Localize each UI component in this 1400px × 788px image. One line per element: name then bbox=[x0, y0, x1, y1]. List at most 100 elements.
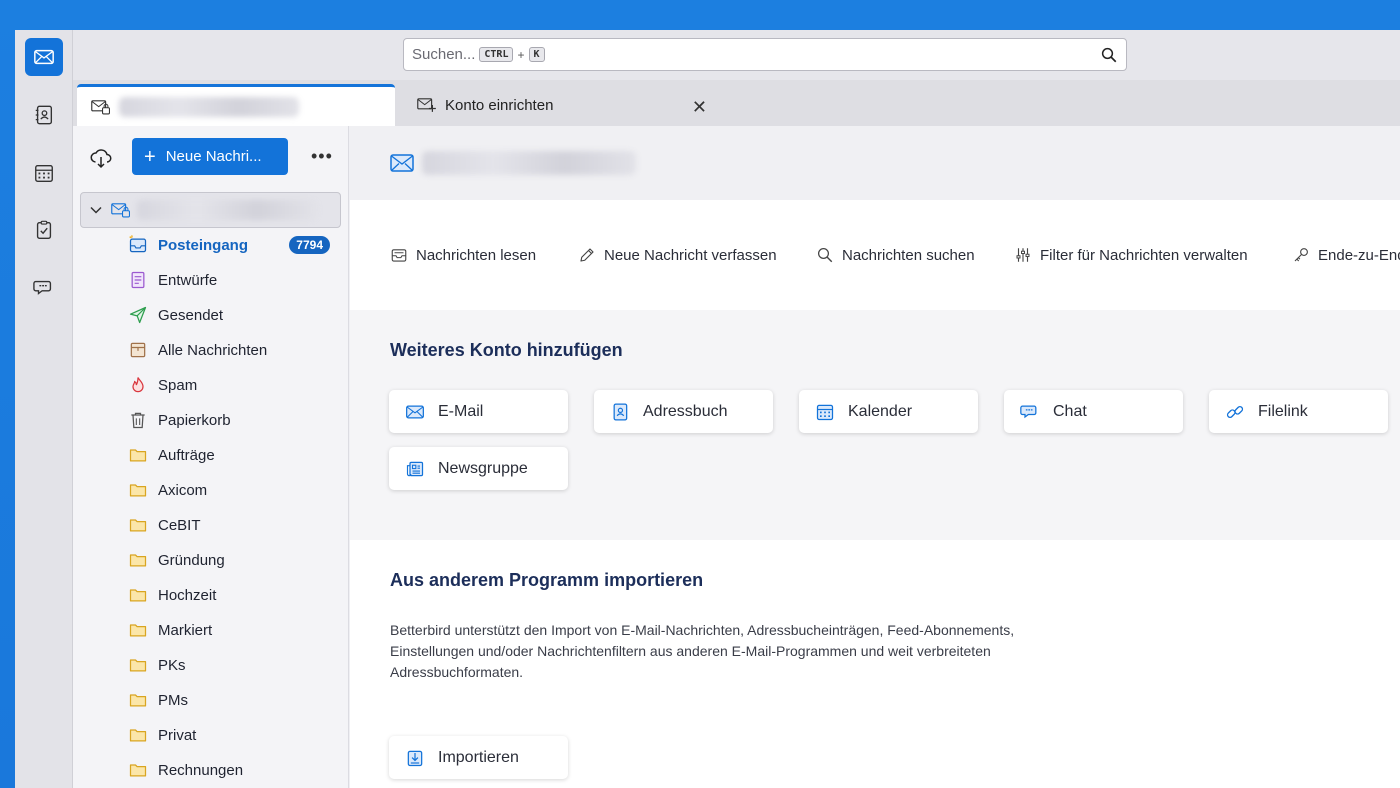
import-icon bbox=[407, 750, 423, 766]
mail-icon bbox=[390, 154, 414, 172]
folder-label: Gründung bbox=[158, 551, 225, 569]
add-calendar-card[interactable]: Kalender bbox=[799, 390, 978, 433]
add-chat-label: Chat bbox=[1053, 402, 1087, 420]
chevron-down-icon[interactable] bbox=[89, 203, 103, 217]
folder-label: Aufträge bbox=[158, 446, 215, 464]
key-icon bbox=[1294, 248, 1308, 262]
import-description: Betterbird unterstützt den Import von E-… bbox=[390, 622, 1015, 680]
folder-item[interactable]: Privat bbox=[128, 720, 338, 750]
spaces-toolbar bbox=[15, 30, 73, 788]
shortcut-plus: + bbox=[517, 47, 525, 62]
tab-account-name-redacted bbox=[119, 96, 299, 117]
add-account-section: Weiteres Konto hinzufügen E-Mail Adressb… bbox=[350, 310, 1400, 540]
add-address-book-card[interactable]: Adressbuch bbox=[594, 390, 773, 433]
search-placeholder: Suchen... bbox=[412, 46, 476, 63]
tab-mail-account[interactable] bbox=[77, 84, 395, 126]
folder-pane: + Neue Nachri... ••• Posteingang 7794 En… bbox=[73, 126, 349, 788]
pencil-icon bbox=[580, 248, 594, 262]
filter-icon bbox=[1016, 248, 1030, 262]
folder-trash-label: Papierkorb bbox=[158, 411, 231, 429]
import-button-label: Importieren bbox=[438, 748, 519, 766]
folder-label: PMs bbox=[158, 691, 188, 709]
get-messages-icon[interactable] bbox=[89, 146, 113, 170]
write-message-button[interactable]: Neue Nachricht verfassen bbox=[578, 246, 777, 264]
folder-item[interactable]: Markiert bbox=[128, 615, 338, 645]
folder-icon bbox=[129, 694, 147, 707]
account-central: Nachrichten lesen Neue Nachricht verfass… bbox=[350, 126, 1400, 788]
import-button[interactable]: Importieren bbox=[389, 736, 568, 779]
folder-label: Markiert bbox=[158, 621, 213, 639]
folder-icon bbox=[129, 589, 147, 602]
add-newsgroup-label: Newsgruppe bbox=[438, 459, 528, 477]
inbox-icon bbox=[129, 235, 147, 253]
folder-label: Hochzeit bbox=[158, 586, 217, 604]
search-icon bbox=[817, 247, 833, 263]
read-messages-button[interactable]: Nachrichten lesen bbox=[390, 246, 536, 264]
shortcut-key-ctrl: CTRL bbox=[479, 47, 514, 62]
folder-item[interactable]: Axicom bbox=[128, 475, 338, 505]
more-options-icon[interactable]: ••• bbox=[311, 146, 333, 167]
calendar-icon bbox=[35, 164, 53, 182]
account-name-redacted bbox=[137, 200, 317, 220]
sent-icon bbox=[129, 306, 147, 324]
folder-drafts-label: Entwürfe bbox=[158, 271, 218, 289]
folder-sent[interactable]: Gesendet bbox=[128, 300, 338, 330]
end-to-end-encryption-label: Ende-zu-End bbox=[1318, 246, 1400, 264]
trash-icon bbox=[131, 412, 145, 429]
chat-icon bbox=[33, 280, 52, 295]
tab-account-setup-label: Konto einrichten bbox=[445, 96, 554, 114]
search-messages-label: Nachrichten suchen bbox=[842, 246, 975, 264]
folder-item[interactable]: CeBIT bbox=[128, 510, 338, 540]
folder-inbox[interactable]: Posteingang 7794 bbox=[128, 230, 338, 260]
address-book-space-button[interactable] bbox=[25, 96, 63, 134]
add-address-book-label: Adressbuch bbox=[643, 402, 728, 420]
new-message-button[interactable]: + Neue Nachri... bbox=[132, 138, 288, 175]
newsgroup-icon bbox=[406, 461, 424, 476]
add-chat-card[interactable]: Chat bbox=[1004, 390, 1183, 433]
folder-item[interactable]: Hochzeit bbox=[128, 580, 338, 610]
tasks-icon bbox=[36, 220, 52, 239]
add-newsgroup-card[interactable]: Newsgruppe bbox=[389, 447, 568, 490]
search-icon[interactable] bbox=[1100, 46, 1118, 64]
import-section: Aus anderem Programm importieren Betterb… bbox=[350, 540, 1400, 788]
search-messages-button[interactable]: Nachrichten suchen bbox=[816, 246, 975, 264]
chat-space-button[interactable] bbox=[25, 269, 63, 307]
close-tab-icon[interactable]: ✕ bbox=[692, 97, 707, 118]
account-tree-item[interactable] bbox=[80, 192, 341, 228]
mail-icon bbox=[34, 49, 54, 65]
plus-icon: + bbox=[144, 145, 156, 168]
folder-item[interactable]: PKs bbox=[128, 650, 338, 680]
folder-trash[interactable]: Papierkorb bbox=[128, 405, 338, 435]
folder-label: CeBIT bbox=[158, 516, 201, 534]
add-email-card[interactable]: E-Mail bbox=[389, 390, 568, 433]
folder-item[interactable]: Rechnungen bbox=[128, 755, 338, 785]
folder-all-messages[interactable]: Alle Nachrichten bbox=[128, 335, 338, 365]
unified-toolbar: Suchen... CTRL + K bbox=[73, 30, 1400, 80]
end-to-end-encryption-button[interactable]: Ende-zu-End bbox=[1292, 246, 1400, 264]
folder-spam[interactable]: Spam bbox=[128, 370, 338, 400]
manage-filters-button[interactable]: Filter für Nachrichten verwalten bbox=[1014, 246, 1248, 264]
folder-icon bbox=[129, 659, 147, 672]
folder-all-messages-label: Alle Nachrichten bbox=[158, 341, 268, 359]
folder-inbox-label: Posteingang bbox=[158, 236, 249, 254]
tab-account-setup[interactable]: Konto einrichten ✕ bbox=[403, 84, 723, 126]
folder-label: Axicom bbox=[158, 481, 208, 499]
write-message-label: Neue Nachricht verfassen bbox=[604, 246, 777, 264]
mail-space-button[interactable] bbox=[25, 38, 63, 76]
archive-box-icon bbox=[130, 342, 146, 358]
account-actions-bar: Nachrichten lesen Neue Nachricht verfass… bbox=[350, 200, 1400, 310]
search-input[interactable]: Suchen... CTRL + K bbox=[403, 38, 1127, 71]
folder-item[interactable]: PMs bbox=[128, 685, 338, 715]
app-window: Suchen... CTRL + K Konto einrichten ✕ + … bbox=[15, 30, 1400, 788]
calendar-space-button[interactable] bbox=[25, 154, 63, 192]
folder-item[interactable]: Aufträge bbox=[128, 440, 338, 470]
add-filelink-card[interactable]: Filelink bbox=[1209, 390, 1388, 433]
import-title: Aus anderem Programm importieren bbox=[390, 570, 704, 590]
tasks-space-button[interactable] bbox=[25, 211, 63, 249]
mail-icon bbox=[406, 405, 424, 418]
folder-drafts[interactable]: Entwürfe bbox=[128, 265, 338, 295]
calendar-icon bbox=[816, 404, 834, 420]
new-message-label: Neue Nachri... bbox=[165, 148, 262, 165]
folder-item[interactable]: Gründung bbox=[128, 545, 338, 575]
chat-icon bbox=[1020, 405, 1037, 418]
